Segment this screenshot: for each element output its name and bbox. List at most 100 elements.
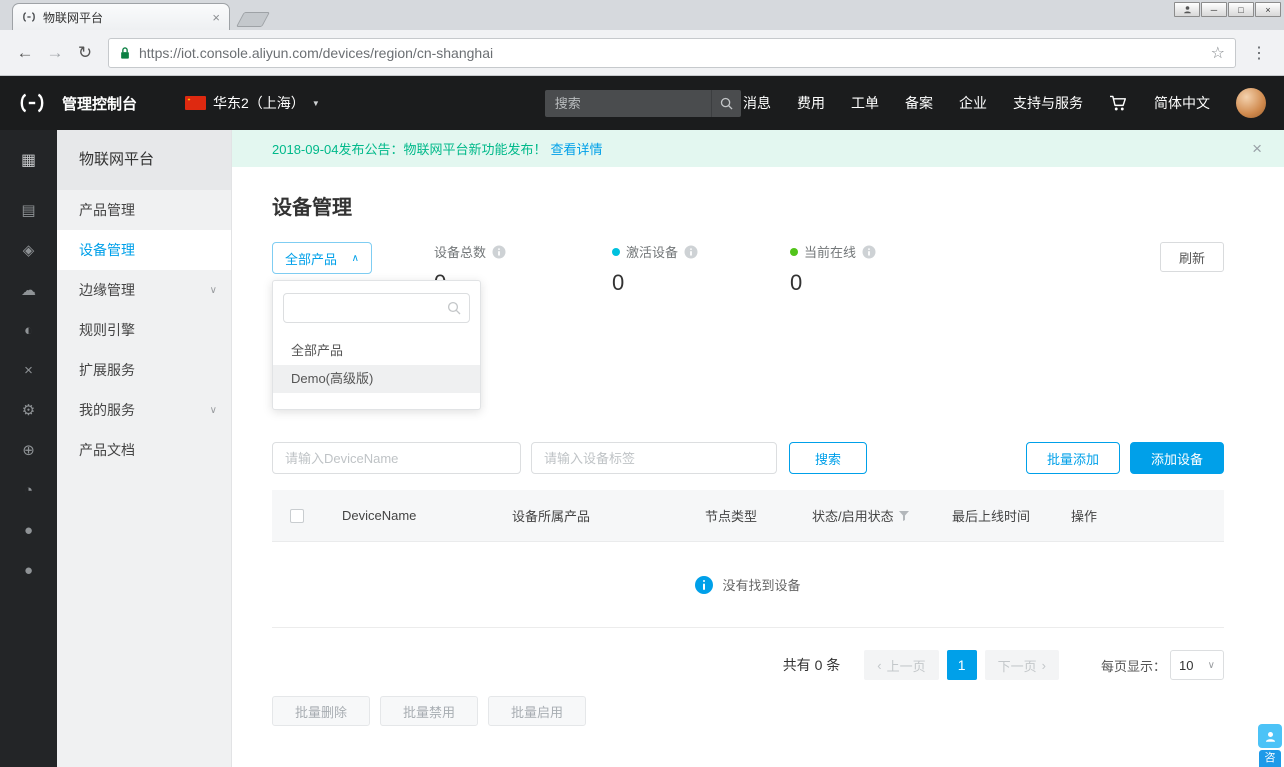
next-page-button[interactable]: 下一页 › [984, 650, 1059, 680]
dropdown-option-all[interactable]: 全部产品 [273, 337, 480, 365]
region-selector[interactable]: 华东2（上海） ▼ [185, 93, 320, 113]
topnav-search [544, 89, 741, 117]
url-text: https://iot.console.aliyun.com/devices/r… [139, 44, 494, 61]
product-filter-value: 全部产品 [285, 251, 338, 267]
maximize-button[interactable]: □ [1228, 2, 1254, 17]
cart-icon[interactable] [1109, 95, 1128, 112]
console-home-link[interactable]: 管理控制台 [62, 93, 137, 114]
page-number-button[interactable]: 1 [946, 650, 977, 680]
sidebar-item-my-services[interactable]: 我的服务 ∨ [57, 390, 231, 430]
content: 设备管理 全部产品 ∧ 全部产品 Demo(高级版) 设备总数 激活设备 0 当… [232, 167, 1284, 767]
stat-value: 0 [790, 270, 803, 295]
rail-data-icon[interactable]: ◐ [0, 310, 57, 350]
rail-products-icon[interactable]: ▤ [0, 190, 57, 230]
filter-icon[interactable] [898, 510, 909, 521]
search-icon[interactable] [710, 89, 741, 117]
dropdown-option-demo[interactable]: Demo(高级版) [273, 365, 480, 393]
help-icon[interactable] [684, 245, 698, 259]
sidebar-item-edge-mgmt[interactable]: 边缘管理 ∨ [57, 270, 231, 310]
topnav-item-tickets[interactable]: 工单 [851, 93, 879, 113]
sidebar-item-product-mgmt[interactable]: 产品管理 [57, 190, 231, 230]
chat-widget[interactable]: 咨 [1258, 724, 1282, 767]
dot-icon [612, 247, 620, 256]
dropdown-search-input[interactable] [292, 300, 447, 316]
sidebar-item-label: 扩展服务 [79, 362, 135, 378]
tab-title: 物联网平台 [43, 10, 104, 25]
next-arrow-icon: › [1041, 657, 1046, 673]
forward-button[interactable]: → [40, 38, 70, 68]
browser-menu-icon[interactable]: ⋮ [1244, 38, 1274, 68]
tab-close-icon[interactable]: × [212, 11, 220, 24]
topnav-item-enterprise[interactable]: 企业 [959, 93, 987, 113]
language-selector[interactable]: 简体中文 [1154, 93, 1210, 113]
help-icon[interactable] [862, 245, 876, 259]
stat-activated-devices: 激活设备 0 [612, 242, 762, 296]
device-tag-input[interactable] [531, 442, 777, 474]
batch-add-button[interactable]: 批量添加 [1025, 442, 1120, 474]
add-device-button[interactable]: 添加设备 [1129, 442, 1224, 474]
empty-text: 没有找到设备 [722, 578, 801, 593]
rail-globe-icon[interactable]: ◔ [0, 470, 57, 510]
batch-enable-button[interactable]: 批量启用 [488, 696, 587, 726]
column-last-online: 最后上线时间 [952, 509, 1031, 524]
batch-delete-button[interactable]: 批量删除 [272, 696, 371, 726]
lock-icon [119, 46, 131, 60]
column-actions: 操作 [1071, 509, 1098, 524]
rail-cloud-icon[interactable]: ☁ [0, 270, 57, 310]
prev-page-button[interactable]: ‹ 上一页 [864, 650, 939, 680]
announcement-bar: 2018-09-04发布公告：物联网平台新功能发布！ 查看详情 × [232, 130, 1284, 167]
sidebar-item-extended-services[interactable]: 扩展服务 [57, 350, 231, 390]
browser-tab[interactable]: 物联网平台 × [12, 3, 230, 30]
help-icon[interactable] [492, 245, 506, 259]
sidebar-item-device-mgmt[interactable]: 设备管理 [57, 230, 231, 270]
minimize-button[interactable]: ─ [1201, 2, 1227, 17]
rail-devices-icon[interactable]: ◈ [0, 230, 57, 270]
batch-disable-button[interactable]: 批量禁用 [380, 696, 479, 726]
pagination: 共有 0 条 ‹ 上一页 1 下一页 › 每页显示： 10 ∨ [272, 650, 1224, 680]
url-bar[interactable]: https://iot.console.aliyun.com/devices/r… [108, 37, 1236, 68]
topnav-item-icp[interactable]: 备案 [905, 93, 933, 113]
favicon-icon [22, 11, 36, 23]
bookmark-star-icon[interactable]: ☆ [1211, 43, 1225, 63]
apps-grid-icon[interactable]: ▦ [0, 130, 57, 190]
close-button[interactable]: × [1255, 2, 1281, 17]
device-name-input[interactable] [272, 442, 521, 474]
device-toolbar: 搜索 批量添加 添加设备 [272, 442, 1224, 474]
rail-services-icon[interactable]: ⊕ [0, 430, 57, 470]
topnav-item-support[interactable]: 支持与服务 [1013, 93, 1083, 113]
product-filter-button[interactable]: 全部产品 ∧ [272, 242, 372, 274]
sidebar-item-product-docs[interactable]: 产品文档 [57, 430, 231, 470]
topnav-search-input[interactable] [544, 95, 711, 111]
main: 2018-09-04发布公告：物联网平台新功能发布！ 查看详情 × 设备管理 全… [232, 130, 1284, 767]
topnav-item-messages[interactable]: 消息 [743, 93, 771, 113]
chevron-down-icon: ∨ [209, 404, 217, 416]
rail-status-icon-1[interactable]: ● [0, 510, 57, 550]
screen: 物联网平台 × ─ □ × ← → ↻ https://iot.console.… [0, 0, 1284, 767]
page-title: 设备管理 [272, 197, 352, 219]
rail-rules-icon[interactable]: × [0, 350, 57, 390]
aliyun-logo[interactable] [18, 92, 46, 114]
info-icon [695, 575, 714, 594]
rail-extensions-icon[interactable]: ⚙ [0, 390, 57, 430]
per-page-select[interactable]: 10 ∨ [1170, 650, 1224, 680]
search-button[interactable]: 搜索 [789, 442, 867, 474]
batch-actions: 批量删除 批量禁用 批量启用 [272, 696, 1224, 726]
select-all-checkbox[interactable] [290, 508, 304, 523]
prev-arrow-icon: ‹ [877, 657, 882, 673]
reload-button[interactable]: ↻ [70, 38, 100, 68]
sidebar: 物联网平台 产品管理 设备管理 边缘管理 ∨ 规则引擎 扩展服务 我的服务 ∨ [57, 130, 232, 767]
new-tab-button[interactable] [236, 12, 270, 27]
region-label: 华东2（上海） [213, 95, 305, 111]
topnav-item-billing[interactable]: 费用 [797, 93, 825, 113]
announcement-close-icon[interactable]: × [1252, 140, 1262, 157]
profile-button[interactable] [1174, 2, 1200, 17]
topnav-right: 消息 费用 工单 备案 企业 支持与服务 简体中文 [743, 88, 1266, 118]
avatar[interactable] [1236, 88, 1266, 118]
table-header: DeviceName 设备所属产品 节点类型 状态/启用状态 最后上线时间 操作 [272, 490, 1224, 542]
sidebar-item-rules-engine[interactable]: 规则引擎 [57, 310, 231, 350]
rail-status-icon-2[interactable]: ● [0, 550, 57, 590]
back-button[interactable]: ← [10, 38, 40, 68]
stat-label: 激活设备 [626, 245, 679, 260]
announcement-link[interactable]: 查看详情 [551, 139, 603, 158]
refresh-button[interactable]: 刷新 [1159, 242, 1224, 272]
